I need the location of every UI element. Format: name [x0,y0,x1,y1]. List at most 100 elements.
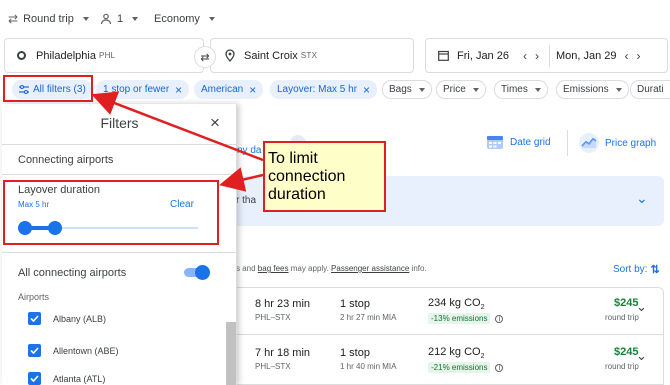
flight-co2: 212 kg CO2 [428,346,485,360]
chip-label: Bags [389,84,412,95]
sort-label: Sort by: [613,264,648,275]
depart-next-icon[interactable]: › [531,49,543,63]
emissions-chip[interactable]: Emissions [556,80,629,99]
chevron-down-icon[interactable]: ⌄ [636,299,647,315]
fees-prefix: s and [236,264,258,273]
date-grid-label: Date grid [510,136,551,148]
price-note: round trip [605,313,639,322]
close-icon[interactable]: × [175,84,182,96]
airport-checkbox-atlanta[interactable]: Atlanta (ATL) [28,372,105,385]
price-graph-icon [578,132,600,154]
flight-duration: 8 hr 23 min [255,298,311,310]
co2-sub: 2 [480,353,485,361]
chip-label: Times [501,84,528,95]
passenger-assistance-link[interactable]: Passenger assistance [331,264,409,273]
bag-fees-link[interactable]: bag fees [258,264,289,273]
chip-label: Layover: Max 5 hr [277,84,358,95]
close-icon[interactable]: × [249,84,256,96]
return-next-icon[interactable]: › [633,49,645,63]
price-note: round trip [605,362,639,371]
destination-field[interactable]: Saint Croix STX [210,38,414,73]
flight-layover: 1 hr 40 min MIA [340,362,397,371]
flight-layover: 2 hr 27 min MIA [340,313,397,322]
caret-down-icon [418,87,425,92]
swap-arrows-icon: ⇄ [200,51,210,64]
destination-code: STX [300,51,318,60]
caret-down-icon [472,87,479,92]
flight-duration: 7 hr 18 min [255,347,311,359]
caret-down-icon [82,17,89,21]
layover-chip[interactable]: Layover: Max 5 hr × [270,80,378,99]
duration-chip[interactable]: Durati [630,80,670,99]
checkmark-icon [28,372,41,385]
cabin-class-select[interactable]: Economy [154,11,215,27]
cabin-class-label: Economy [154,13,200,25]
airline-chip[interactable]: American × [194,80,264,99]
info-icon[interactable]: i [495,363,504,372]
origin-code: PHL [98,51,116,60]
airport-checkbox-albany[interactable]: Albany (ALB) [28,312,106,325]
flight-row[interactable]: 7 hr 18 min PHL–STX 1 stop 1 hr 40 min M… [232,335,664,385]
dates-field: Fri, Jan 26 ‹ › Mon, Jan 29 ‹ › [425,38,668,73]
caret-down-icon [615,87,622,92]
emissions-badge: -13% emissions [428,313,491,324]
flight-co2: 234 kg CO2 [428,297,485,311]
chip-label: Price [443,84,466,95]
co2-value: 234 kg CO [428,297,481,309]
return-date[interactable]: Mon, Jan 29 [556,50,617,62]
checkmark-icon [28,344,41,357]
airport-label: Albany (ALB) [53,313,107,324]
partial-link-text[interactable]: ny da [237,145,261,156]
passengers-select[interactable]: 1 [100,11,139,27]
price-chip[interactable]: Price [436,80,486,99]
depart-prev-icon[interactable]: ‹ [519,49,531,63]
airport-checkbox-allentown[interactable]: Allentown (ABE) [28,344,119,357]
caret-down-icon [534,87,541,92]
origin-circle-icon [17,51,26,60]
origin-field[interactable]: Philadelphia PHL [4,38,204,73]
divider [2,144,236,145]
flight-row[interactable]: 8 hr 23 min PHL–STX 1 stop 2 hr 27 min M… [232,287,664,335]
stops-chip[interactable]: 1 stop or fewer × [96,80,190,99]
all-airports-toggle[interactable] [184,265,210,280]
trip-type-label: Round trip [23,13,74,25]
sort-button[interactable]: Sort by: ⇅ [613,263,660,276]
emissions-info: -21% emissions i [428,362,504,373]
flight-stops: 1 stop [340,347,370,359]
flight-stops: 1 stop [340,298,370,310]
flight-route: PHL–STX [255,313,291,322]
trip-type-select[interactable]: ⇄ Round trip [8,11,89,27]
close-icon[interactable]: × [210,113,220,133]
destination-city: Saint Croix [244,49,298,62]
location-pin-icon [225,49,235,62]
fees-notice: s and bag fees may apply. Passenger assi… [236,264,427,273]
swap-locations-button[interactable]: ⇄ [194,46,216,68]
chevron-down-icon[interactable]: ⌄ [636,190,648,207]
divider [2,252,236,253]
price-graph-button[interactable]: Price graph [578,132,656,154]
date-grid-button[interactable]: Date grid [486,134,551,150]
annotation-callout: To limit connection duration [263,141,386,212]
bags-chip[interactable]: Bags [382,80,432,99]
panel-header: Filters × [2,104,236,144]
trip-options-bar: ⇄ Round trip 1 Economy [0,0,670,36]
date-divider [548,44,550,67]
info-icon[interactable]: i [495,314,504,323]
flight-route: PHL–STX [255,362,291,371]
times-chip[interactable]: Times [494,80,548,99]
chevron-down-icon[interactable]: ⌄ [636,348,647,364]
depart-date[interactable]: Fri, Jan 26 [457,50,509,62]
flight-price: $245 [614,297,639,309]
banner-partial-text: r tha [236,195,257,206]
fees-suffix: info. [409,264,427,273]
divider [567,130,568,156]
price-graph-label: Price graph [605,137,657,149]
panel-scrollbar[interactable] [226,322,236,385]
return-prev-icon[interactable]: ‹ [621,49,633,63]
section-heading: Connecting airports [18,154,114,166]
emissions-badge: -21% emissions [428,362,491,373]
airports-heading: Airports [18,292,50,302]
divider [2,174,236,175]
chip-label: Emissions [563,84,609,95]
close-icon[interactable]: × [363,84,370,96]
